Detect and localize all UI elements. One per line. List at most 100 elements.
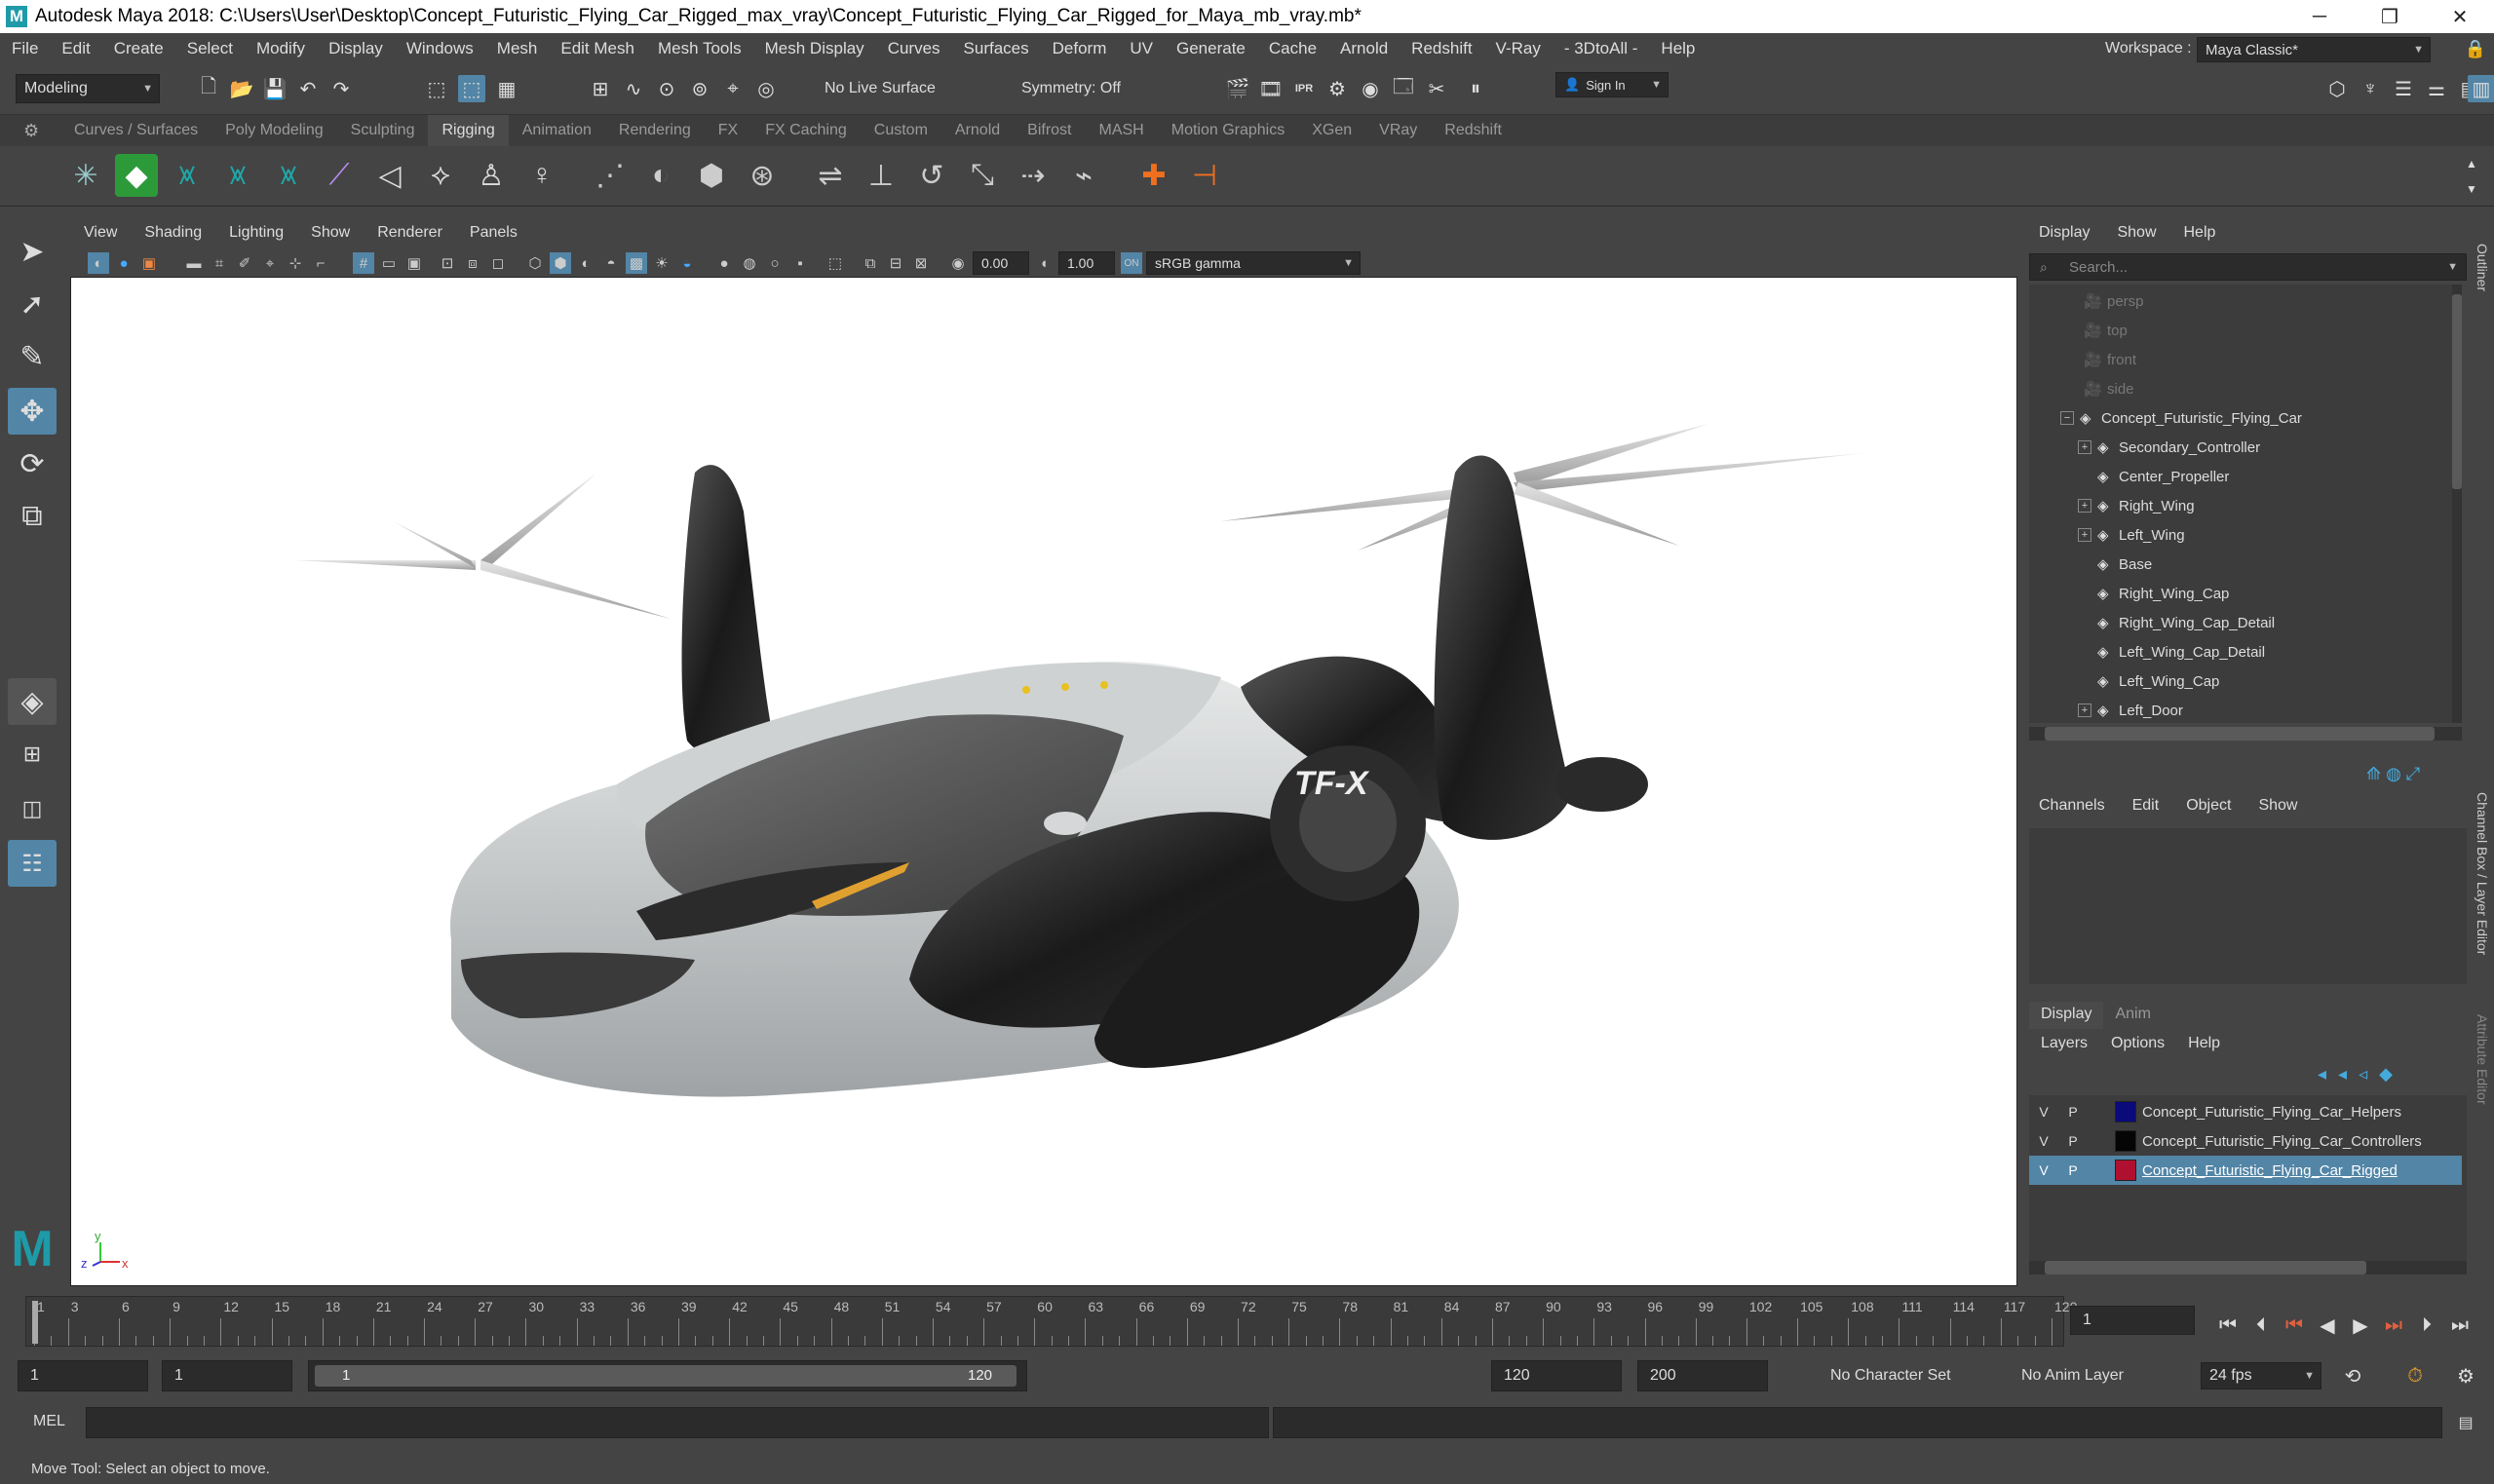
playback-end-field[interactable]: 120: [1491, 1360, 1622, 1391]
viewport-menu-shading[interactable]: Shading: [131, 224, 215, 242]
shelf-tab-rendering[interactable]: Rendering: [605, 115, 705, 146]
symmetry-select[interactable]: Symmetry: Off: [1014, 74, 1160, 103]
shelf-tab-mash[interactable]: MASH: [1086, 115, 1158, 146]
expand-icon[interactable]: +: [2078, 528, 2091, 542]
layer-display-type[interactable]: [2088, 1126, 2117, 1156]
menu-edit-mesh[interactable]: Edit Mesh: [549, 39, 646, 58]
select-camera-icon[interactable]: ◐: [88, 252, 109, 274]
anti-aliasing-icon[interactable]: ○: [764, 252, 786, 274]
viewport-menu-panels[interactable]: Panels: [456, 224, 531, 242]
locator-icon[interactable]: ✳: [64, 154, 107, 197]
scale-constraint-icon[interactable]: ⤡: [961, 154, 1004, 197]
channel-box-toolbar-icons[interactable]: ⟰ ◍ ⤢: [2366, 764, 2420, 784]
render-view-icon[interactable]: 🗔: [1390, 75, 1417, 102]
layer-visibility-toggle[interactable]: V: [2029, 1126, 2058, 1156]
layers-menu-options[interactable]: Options: [2099, 1035, 2176, 1052]
resolution-gate-icon[interactable]: ⌐: [310, 252, 331, 274]
layer-row[interactable]: V P Concept_Futuristic_Flying_Car_Contro…: [2029, 1126, 2462, 1156]
menu-select[interactable]: Select: [175, 39, 245, 58]
use-all-lights-icon[interactable]: ☀: [651, 252, 672, 274]
paint-weights-icon[interactable]: ◐: [639, 154, 682, 197]
step-back-key-icon[interactable]: ⏮: [2281, 1312, 2308, 1339]
shelf-tab-redshift[interactable]: Redshift: [1431, 115, 1516, 146]
side-tab-attribute-editor[interactable]: Attribute Editor: [2471, 996, 2494, 1123]
color-management-icon[interactable]: ON: [1121, 252, 1142, 274]
play-backwards-icon[interactable]: ◀: [2314, 1312, 2341, 1339]
new-scene-icon[interactable]: 🗋: [195, 75, 222, 102]
layer-color-swatch[interactable]: [2115, 1130, 2136, 1152]
menu-arnold[interactable]: Arnold: [1328, 39, 1400, 58]
render-settings-icon[interactable]: ⚙: [1324, 75, 1351, 102]
2d-pan-zoom-icon[interactable]: ⌗: [209, 252, 230, 274]
menu-edit[interactable]: Edit: [50, 39, 101, 58]
menu-help[interactable]: Help: [1649, 39, 1707, 58]
outliner-node[interactable]: ◈ Left_Wing_Cap: [2029, 666, 2462, 696]
point-constraint-icon[interactable]: ⊥: [860, 154, 902, 197]
grease-pencil-icon[interactable]: ✐: [234, 252, 255, 274]
mode-select[interactable]: Modeling ▼: [16, 74, 160, 103]
set-driven-key-icon[interactable]: ⊣: [1183, 154, 1226, 197]
auto-key-icon[interactable]: ⏱: [2401, 1362, 2429, 1389]
layer-playback-toggle[interactable]: P: [2058, 1097, 2088, 1126]
grid-toggle-icon[interactable]: ⌖: [259, 252, 281, 274]
screen-space-ao-icon[interactable]: ●: [713, 252, 735, 274]
render-sequence-icon[interactable]: 🎞: [1257, 75, 1285, 102]
outliner-node[interactable]: + ◈ Secondary_Controller: [2029, 433, 2462, 462]
character-set-select[interactable]: No Character Set: [1823, 1360, 1978, 1391]
expand-icon[interactable]: +: [2078, 499, 2091, 513]
menu-curves[interactable]: Curves: [876, 39, 952, 58]
safe-action-icon[interactable]: ▭: [378, 252, 400, 274]
film-gate-icon[interactable]: ⊹: [285, 252, 306, 274]
cluster-icon[interactable]: ◆: [115, 154, 158, 197]
layer-action-icons[interactable]: ◂◂◃◆: [2318, 1064, 2404, 1084]
layer-visibility-toggle[interactable]: V: [2029, 1156, 2058, 1185]
smooth-shade-icon[interactable]: ⬢: [550, 252, 571, 274]
expand-icon[interactable]: +: [2078, 704, 2091, 717]
bookmark-icon[interactable]: ▣: [138, 252, 160, 274]
layer-row[interactable]: V P Concept_Futuristic_Flying_Car_Helper…: [2029, 1097, 2462, 1126]
play-forwards-icon[interactable]: ▶: [2347, 1312, 2374, 1339]
single-perspective-view-icon[interactable]: ◈: [8, 678, 57, 725]
open-scene-icon[interactable]: 📂: [228, 75, 255, 102]
mel-label[interactable]: MEL: [33, 1413, 65, 1430]
shelf-tab-vray[interactable]: VRay: [1365, 115, 1431, 146]
layer-editor-icon[interactable]: ▥: [2468, 75, 2494, 102]
joint-tool-icon[interactable]: ⟋: [318, 154, 361, 197]
mel-input[interactable]: [86, 1407, 1269, 1438]
shelf-tab-xgen[interactable]: XGen: [1298, 115, 1365, 146]
outliner-node[interactable]: ◈ Right_Wing_Cap: [2029, 579, 2462, 608]
menu-display[interactable]: Display: [317, 39, 395, 58]
layer-color-swatch[interactable]: [2115, 1101, 2136, 1123]
fps-select[interactable]: 24 fps ▼: [2201, 1362, 2321, 1389]
layers-menu-layers[interactable]: Layers: [2029, 1035, 2099, 1052]
outliner-layout-icon[interactable]: ☷: [8, 840, 57, 887]
menu-mesh-tools[interactable]: Mesh Tools: [646, 39, 753, 58]
wire-deformer-icon[interactable]: ⩙: [216, 154, 259, 197]
image-plane-icon[interactable]: ▬: [183, 252, 205, 274]
outliner-node[interactable]: + ◈ Left_Wing: [2029, 520, 2462, 550]
shelf-tab-rigging[interactable]: Rigging: [428, 115, 509, 146]
close-button[interactable]: ✕: [2431, 0, 2489, 33]
layer-color-swatch[interactable]: [2115, 1160, 2136, 1181]
step-back-frame-icon[interactable]: ⏴: [2247, 1312, 2275, 1339]
layer-tab-display[interactable]: Display: [2029, 1002, 2104, 1029]
shelf-tab-bifrost[interactable]: Bifrost: [1014, 115, 1085, 146]
layer-visibility-toggle[interactable]: V: [2029, 1097, 2058, 1126]
snap-point-icon[interactable]: ⊙: [653, 75, 680, 102]
layer-hscrollbar[interactable]: [2029, 1261, 2467, 1275]
redo-icon[interactable]: ↷: [327, 75, 355, 102]
outliner-node[interactable]: ◈ Right_Wing_Cap_Detail: [2029, 608, 2462, 637]
mirror-weights-icon[interactable]: ⬢: [690, 154, 733, 197]
viewport-menu-show[interactable]: Show: [297, 224, 364, 242]
menu-file[interactable]: File: [0, 39, 50, 58]
rotate-tool-icon[interactable]: ⟳: [8, 440, 57, 487]
motion-blur-icon[interactable]: ◍: [739, 252, 760, 274]
aim-constraint-icon[interactable]: ⇢: [1012, 154, 1055, 197]
menu-cache[interactable]: Cache: [1257, 39, 1328, 58]
loop-icon[interactable]: ⟲: [2339, 1362, 2366, 1389]
safe-title-icon[interactable]: ▣: [403, 252, 425, 274]
move-tool-icon[interactable]: ✥: [8, 388, 57, 435]
menu-uv[interactable]: UV: [1118, 39, 1165, 58]
select-hierarchy-icon[interactable]: ⬚: [423, 75, 450, 102]
menu-mesh-display[interactable]: Mesh Display: [753, 39, 876, 58]
